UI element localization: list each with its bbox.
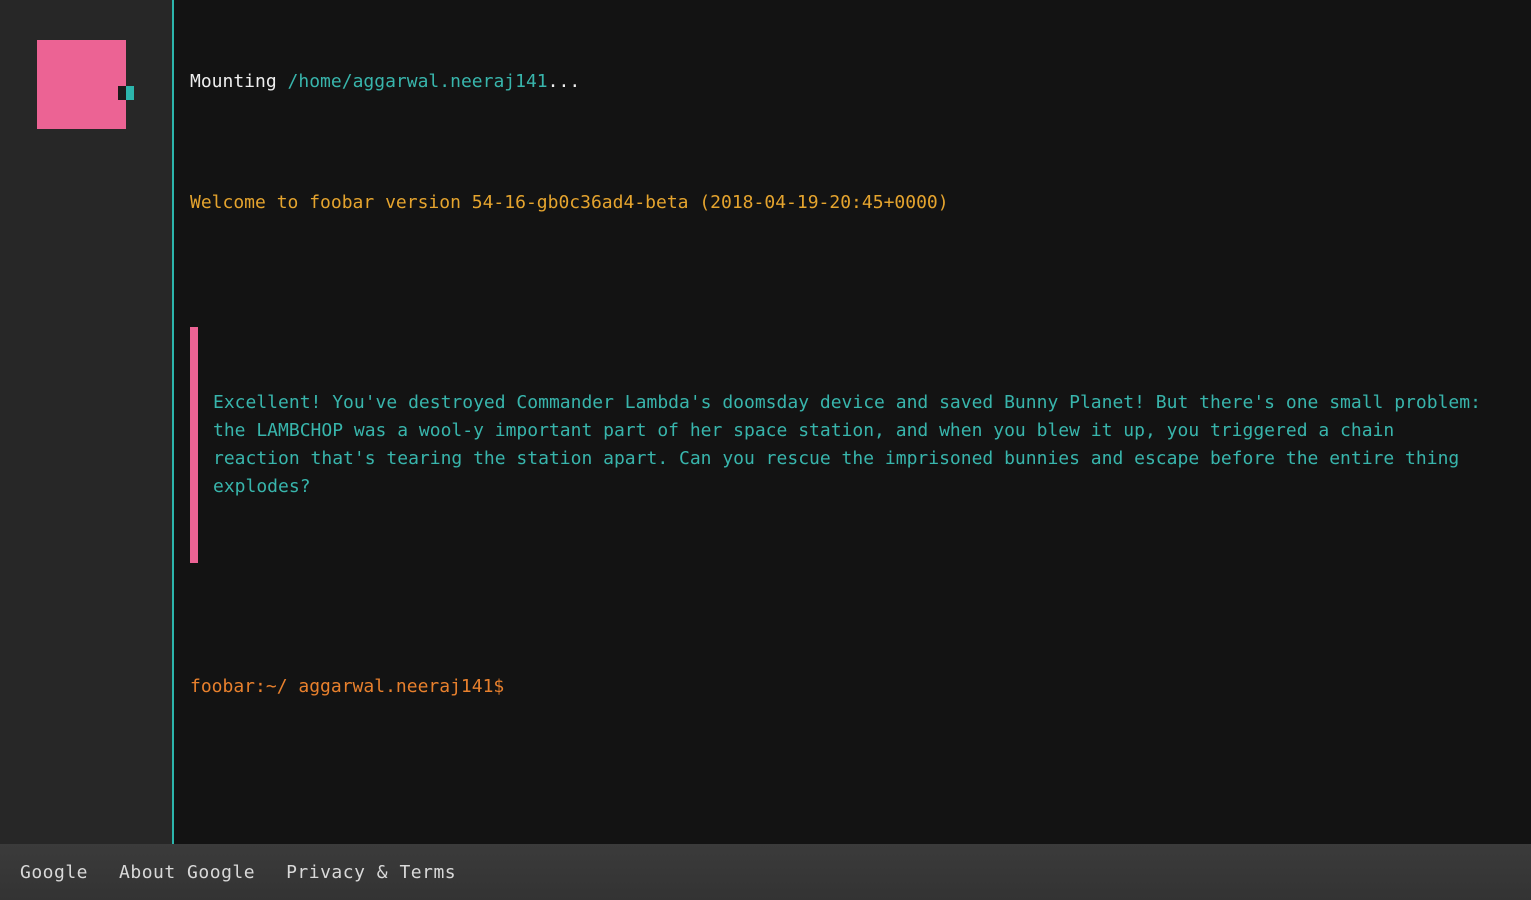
footer-link-about-google[interactable]: About Google xyxy=(119,862,255,883)
terminal-pane[interactable]: Mounting /home/aggarwal.neeraj141... Wel… xyxy=(174,0,1531,844)
footer-link-google[interactable]: Google xyxy=(20,862,88,883)
mounting-ellipsis: ... xyxy=(547,71,581,92)
logo-teal-tab xyxy=(126,86,134,100)
mission-quote-text: Excellent! You've destroyed Commander La… xyxy=(213,392,1481,497)
mount-path: /home/aggarwal.neeraj141 xyxy=(287,71,548,92)
logo-notch xyxy=(118,86,126,100)
logo-pink-square xyxy=(37,40,126,129)
mounting-label: Mounting xyxy=(190,71,288,92)
footer-bar: Google About Google Privacy & Terms xyxy=(0,844,1531,900)
sidebar xyxy=(0,0,172,844)
content-row: Mounting /home/aggarwal.neeraj141... Wel… xyxy=(0,0,1531,844)
foobar-logo-icon xyxy=(37,40,134,129)
footer-link-privacy-terms[interactable]: Privacy & Terms xyxy=(286,862,456,883)
welcome-version-line: Welcome to foobar version 54-16-gb0c36ad… xyxy=(190,192,949,213)
mounting-line: Mounting /home/aggarwal.neeraj141... xyxy=(190,68,1491,96)
command-prompt[interactable]: foobar:~/ aggarwal.neeraj141$ xyxy=(190,673,1491,701)
mission-quote: Excellent! You've destroyed Commander La… xyxy=(190,327,1491,563)
foobar-app: Mounting /home/aggarwal.neeraj141... Wel… xyxy=(0,0,1531,900)
